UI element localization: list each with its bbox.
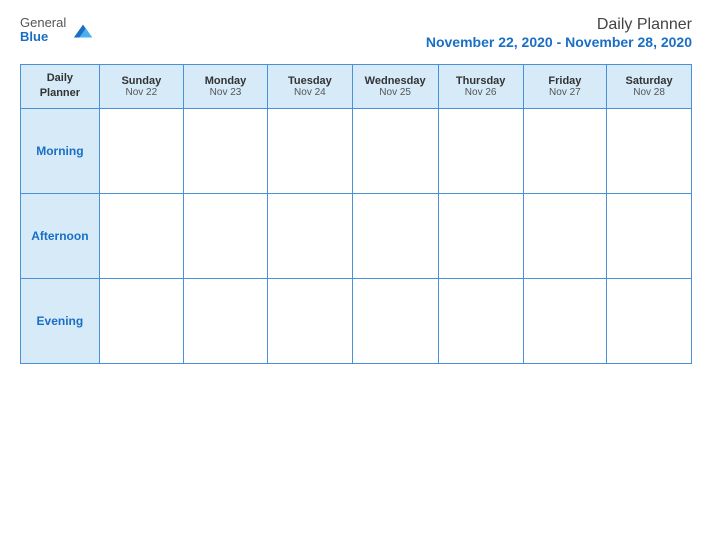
morning-sunday-cell[interactable] [99, 108, 183, 193]
morning-tuesday-cell[interactable] [268, 108, 352, 193]
th-thursday-day: Thursday [441, 75, 521, 87]
morning-label: Morning [21, 108, 100, 193]
calendar-table: DailyPlanner Sunday Nov 22 Monday Nov 23… [20, 64, 692, 364]
afternoon-label: Afternoon [21, 193, 100, 278]
th-wednesday-date: Nov 25 [355, 87, 436, 98]
evening-label: Evening [21, 278, 100, 363]
th-monday-day: Monday [186, 75, 265, 87]
logo-blue-text: Blue [20, 30, 66, 44]
afternoon-friday-cell[interactable] [523, 193, 607, 278]
afternoon-wednesday-cell[interactable] [352, 193, 438, 278]
th-sunday-day: Sunday [102, 75, 181, 87]
morning-monday-cell[interactable] [183, 108, 267, 193]
th-wednesday: Wednesday Nov 25 [352, 65, 438, 109]
afternoon-sunday-cell[interactable] [99, 193, 183, 278]
afternoon-row: Afternoon [21, 193, 692, 278]
evening-saturday-cell[interactable] [607, 278, 692, 363]
evening-friday-cell[interactable] [523, 278, 607, 363]
th-main-label: DailyPlanner [40, 72, 80, 99]
afternoon-saturday-cell[interactable] [607, 193, 692, 278]
evening-monday-cell[interactable] [183, 278, 267, 363]
th-thursday-date: Nov 26 [441, 87, 521, 98]
evening-sunday-cell[interactable] [99, 278, 183, 363]
th-friday: Friday Nov 27 [523, 65, 607, 109]
th-tuesday-date: Nov 24 [270, 87, 349, 98]
th-tuesday-day: Tuesday [270, 75, 349, 87]
logo-area: General Blue [20, 16, 94, 45]
th-label: DailyPlanner [21, 65, 100, 109]
table-body: Morning Afternoon Evening [21, 108, 692, 363]
afternoon-monday-cell[interactable] [183, 193, 267, 278]
morning-thursday-cell[interactable] [438, 108, 523, 193]
morning-saturday-cell[interactable] [607, 108, 692, 193]
evening-thursday-cell[interactable] [438, 278, 523, 363]
th-thursday: Thursday Nov 26 [438, 65, 523, 109]
afternoon-tuesday-cell[interactable] [268, 193, 352, 278]
logo-text: General Blue [20, 16, 66, 45]
header: General Blue Daily Planner November 22, … [20, 16, 692, 50]
evening-tuesday-cell[interactable] [268, 278, 352, 363]
morning-wednesday-cell[interactable] [352, 108, 438, 193]
th-tuesday: Tuesday Nov 24 [268, 65, 352, 109]
th-saturday: Saturday Nov 28 [607, 65, 692, 109]
table-header: DailyPlanner Sunday Nov 22 Monday Nov 23… [21, 65, 692, 109]
evening-wednesday-cell[interactable] [352, 278, 438, 363]
morning-friday-cell[interactable] [523, 108, 607, 193]
logo-icon [72, 21, 94, 43]
planner-date-range: November 22, 2020 - November 28, 2020 [426, 34, 692, 50]
th-monday: Monday Nov 23 [183, 65, 267, 109]
evening-row: Evening [21, 278, 692, 363]
th-saturday-date: Nov 28 [609, 87, 689, 98]
th-friday-day: Friday [526, 75, 605, 87]
th-monday-date: Nov 23 [186, 87, 265, 98]
page: General Blue Daily Planner November 22, … [0, 0, 712, 550]
th-wednesday-day: Wednesday [355, 75, 436, 87]
th-sunday-date: Nov 22 [102, 87, 181, 98]
th-sunday: Sunday Nov 22 [99, 65, 183, 109]
title-area: Daily Planner November 22, 2020 - Novemb… [426, 16, 692, 50]
logo-general-text: General [20, 16, 66, 30]
th-saturday-day: Saturday [609, 75, 689, 87]
morning-row: Morning [21, 108, 692, 193]
th-friday-date: Nov 27 [526, 87, 605, 98]
afternoon-thursday-cell[interactable] [438, 193, 523, 278]
planner-title: Daily Planner [426, 16, 692, 34]
header-row: DailyPlanner Sunday Nov 22 Monday Nov 23… [21, 65, 692, 109]
